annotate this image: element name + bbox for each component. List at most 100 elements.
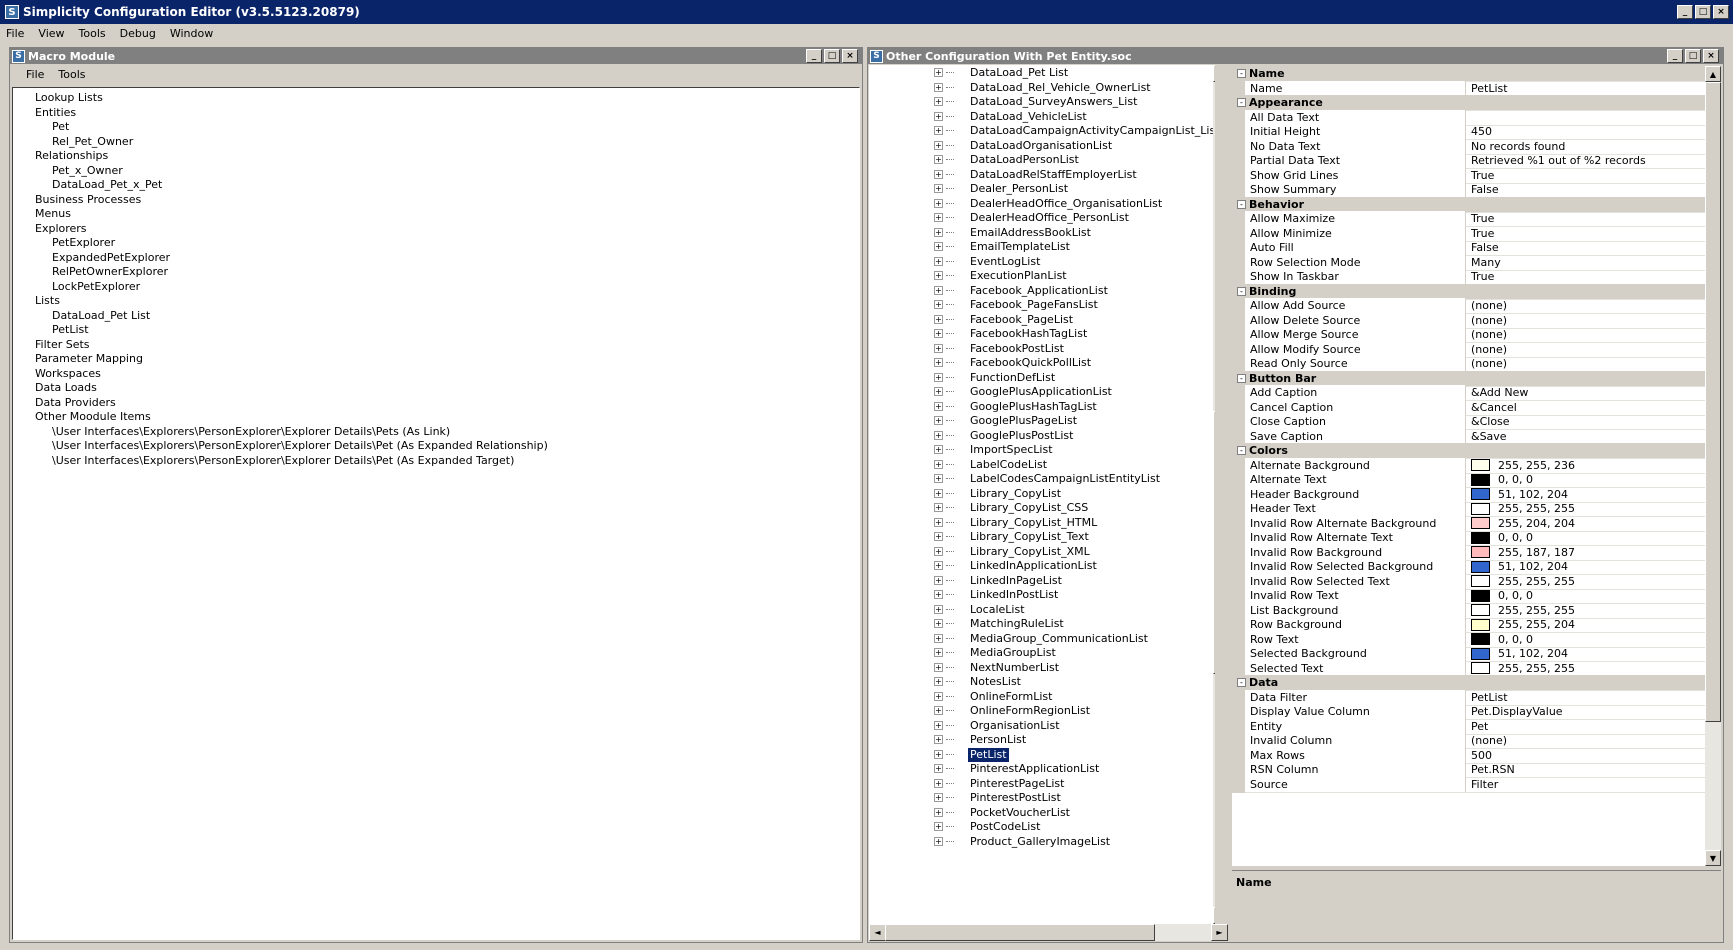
macro-tree-item[interactable]: Explorers bbox=[35, 222, 87, 236]
expand-icon[interactable]: + bbox=[934, 836, 943, 846]
macro-tree-item[interactable]: Parameter Mapping bbox=[35, 352, 143, 366]
property-value[interactable]: True bbox=[1467, 211, 1705, 226]
list-scroll-right-icon[interactable]: ► bbox=[1211, 924, 1228, 941]
expand-icon[interactable]: + bbox=[934, 474, 943, 483]
expand-icon[interactable]: + bbox=[934, 503, 943, 512]
list-scroll-down-icon[interactable]: ▼ bbox=[1213, 907, 1215, 924]
macro-tree-item[interactable]: Filter Sets bbox=[35, 338, 90, 352]
property-value[interactable]: 255, 255, 204 bbox=[1467, 617, 1705, 632]
property-value[interactable]: Filter bbox=[1467, 777, 1705, 792]
expand-icon[interactable]: + bbox=[934, 314, 943, 324]
property-value[interactable]: 0, 0, 0 bbox=[1467, 588, 1705, 603]
property-value[interactable]: &Cancel bbox=[1467, 400, 1705, 415]
property-value[interactable]: PetList bbox=[1467, 81, 1705, 96]
expand-icon[interactable]: + bbox=[934, 793, 943, 802]
menu-window[interactable]: Window bbox=[170, 27, 213, 40]
expand-icon[interactable]: + bbox=[934, 778, 943, 788]
expand-icon[interactable]: + bbox=[934, 358, 943, 367]
expand-icon[interactable]: + bbox=[934, 343, 943, 353]
property-value[interactable]: 0, 0, 0 bbox=[1467, 530, 1705, 545]
expand-icon[interactable]: + bbox=[934, 445, 943, 454]
property-value[interactable]: Pet.RSN bbox=[1467, 762, 1705, 777]
expand-icon[interactable]: + bbox=[934, 735, 943, 744]
property-value[interactable]: 51, 102, 204 bbox=[1467, 559, 1705, 574]
property-value[interactable]: (none) bbox=[1467, 356, 1705, 371]
property-value[interactable]: 0, 0, 0 bbox=[1467, 632, 1705, 647]
expand-icon[interactable]: + bbox=[934, 387, 943, 396]
expand-icon[interactable]: + bbox=[934, 633, 943, 643]
property-value[interactable]: &Add New bbox=[1467, 385, 1705, 400]
property-value[interactable]: 51, 102, 204 bbox=[1467, 646, 1705, 661]
macro-tree-item[interactable]: Workspaces bbox=[35, 367, 101, 381]
collapse-icon[interactable]: - bbox=[1237, 98, 1246, 107]
property-value[interactable]: 500 bbox=[1467, 748, 1705, 763]
macro-tree-item[interactable]: Lists bbox=[35, 294, 60, 308]
property-value[interactable]: True bbox=[1467, 269, 1705, 284]
expand-icon[interactable]: + bbox=[934, 488, 943, 498]
menu-debug[interactable]: Debug bbox=[120, 27, 156, 40]
property-value[interactable]: 450 bbox=[1467, 124, 1705, 139]
expand-icon[interactable]: + bbox=[934, 662, 943, 672]
expand-icon[interactable]: + bbox=[934, 126, 943, 135]
collapse-icon[interactable]: - bbox=[1237, 286, 1246, 296]
list-scroll-left-icon[interactable]: ◄ bbox=[869, 924, 886, 941]
expand-icon[interactable]: + bbox=[934, 213, 943, 222]
menu-tools[interactable]: Tools bbox=[79, 27, 106, 40]
app-close-button[interactable]: × bbox=[1713, 5, 1729, 19]
property-value[interactable]: 0, 0, 0 bbox=[1467, 472, 1705, 487]
macro-tree-item[interactable]: Entities bbox=[35, 106, 76, 120]
macro-tree-item[interactable]: LockPetExplorer bbox=[52, 280, 140, 294]
property-value[interactable]: (none) bbox=[1467, 298, 1705, 313]
macro-tree-item[interactable]: \User Interfaces\Explorers\PersonExplore… bbox=[52, 425, 450, 439]
expand-icon[interactable]: + bbox=[934, 401, 943, 411]
list-horizontal-scrollbar[interactable]: ◄ ► bbox=[869, 924, 1228, 941]
property-value[interactable]: No records found bbox=[1467, 139, 1705, 154]
config-maximize-button[interactable]: □ bbox=[1685, 49, 1701, 63]
expand-icon[interactable]: + bbox=[934, 575, 943, 585]
property-value[interactable]: (none) bbox=[1467, 327, 1705, 342]
expand-icon[interactable]: + bbox=[934, 807, 943, 817]
macro-tree-item[interactable]: Relationships bbox=[35, 149, 108, 163]
expand-icon[interactable]: + bbox=[934, 271, 943, 280]
property-value[interactable]: 255, 255, 236 bbox=[1467, 458, 1705, 473]
macro-tree-item[interactable]: Business Processes bbox=[35, 193, 141, 207]
macro-tree-item[interactable]: \User Interfaces\Explorers\PersonExplore… bbox=[52, 439, 548, 453]
property-value[interactable]: Pet bbox=[1467, 719, 1705, 734]
expand-icon[interactable]: + bbox=[934, 372, 943, 382]
config-close-button[interactable]: × bbox=[1703, 49, 1719, 63]
property-value[interactable]: 255, 204, 204 bbox=[1467, 516, 1705, 531]
macro-tree-item[interactable]: RelPetOwnerExplorer bbox=[52, 265, 168, 279]
property-row-source[interactable]: Source Filter bbox=[1232, 776, 1705, 793]
grid-vertical-scrollbar[interactable]: ▲ ▼ bbox=[1705, 66, 1721, 866]
macro-tree-item[interactable]: Lookup Lists bbox=[35, 91, 103, 105]
expand-icon[interactable]: + bbox=[934, 227, 943, 237]
expand-icon[interactable]: + bbox=[934, 140, 943, 150]
collapse-icon[interactable]: - bbox=[1237, 446, 1246, 455]
expand-icon[interactable]: + bbox=[934, 720, 943, 730]
macro-maximize-button[interactable]: □ bbox=[824, 49, 840, 63]
macro-tree-item[interactable]: PetExplorer bbox=[52, 236, 115, 250]
expand-icon[interactable]: + bbox=[934, 68, 943, 77]
property-value[interactable]: PetList bbox=[1467, 690, 1705, 705]
macro-tree-item[interactable]: Rel_Pet_Owner bbox=[52, 135, 133, 149]
expand-icon[interactable]: + bbox=[934, 329, 943, 338]
property-value[interactable]: (none) bbox=[1467, 733, 1705, 748]
expand-icon[interactable]: + bbox=[934, 604, 943, 614]
property-value[interactable]: True bbox=[1467, 168, 1705, 183]
list-item[interactable]: + Product_GalleryImageList bbox=[869, 834, 1209, 850]
property-value[interactable]: &Close bbox=[1467, 414, 1705, 429]
macro-tree-item[interactable]: Other Moodule Items bbox=[35, 410, 151, 424]
property-value[interactable]: 255, 187, 187 bbox=[1467, 545, 1705, 560]
property-value[interactable]: 255, 255, 255 bbox=[1467, 574, 1705, 589]
expand-icon[interactable]: + bbox=[934, 82, 943, 92]
property-value[interactable]: 255, 255, 255 bbox=[1467, 661, 1705, 676]
macro-tree-item[interactable]: Pet_x_Owner bbox=[52, 164, 123, 178]
expand-icon[interactable]: + bbox=[934, 184, 943, 193]
list-vertical-scrollbar[interactable]: ▲ ▼ bbox=[1213, 65, 1215, 924]
macro-tree-item[interactable]: \User Interfaces\Explorers\PersonExplore… bbox=[52, 454, 514, 468]
expand-icon[interactable]: + bbox=[934, 648, 943, 657]
macro-close-button[interactable]: × bbox=[842, 49, 858, 63]
expand-icon[interactable]: + bbox=[934, 242, 943, 251]
config-minimize-button[interactable]: _ bbox=[1667, 49, 1683, 63]
expand-icon[interactable]: + bbox=[934, 749, 943, 759]
